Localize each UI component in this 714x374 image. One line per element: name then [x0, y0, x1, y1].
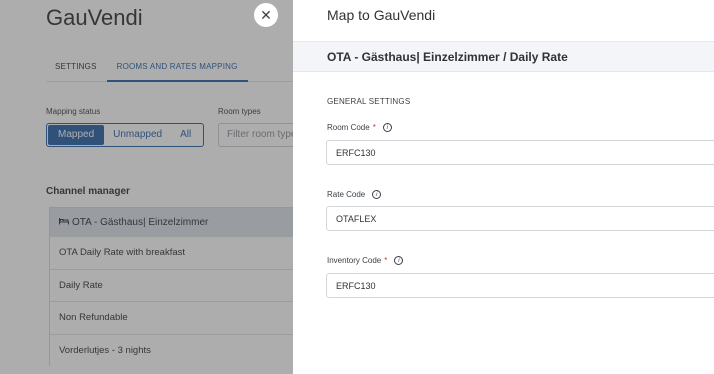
info-icon[interactable]: i: [394, 256, 404, 265]
general-settings-label: GENERAL SETTINGS: [327, 97, 411, 106]
drawer-subtitle: OTA - Gästhaus| Einzelzimmer / Daily Rat…: [293, 41, 714, 72]
info-icon[interactable]: i: [382, 123, 392, 132]
inventory-code-label-text: Inventory Code: [327, 256, 382, 265]
map-drawer: Map to GauVendi OTA - Gästhaus| Einzelzi…: [293, 0, 714, 374]
rate-code-label-text: Rate Code: [327, 190, 366, 199]
close-button[interactable]: ✕: [254, 3, 278, 27]
required-marker: *: [372, 123, 376, 132]
drawer-title: Map to GauVendi: [327, 7, 436, 23]
required-marker: *: [384, 256, 388, 265]
rate-code-input[interactable]: OTAFLEX: [326, 206, 714, 231]
inventory-code-label: Inventory Code * i: [327, 256, 404, 265]
close-icon: ✕: [260, 6, 272, 23]
info-icon[interactable]: i: [372, 190, 382, 199]
inventory-code-input[interactable]: ERFC130: [326, 273, 714, 298]
room-code-input[interactable]: ERFC130: [326, 140, 714, 165]
room-code-label-text: Room Code: [327, 123, 370, 132]
modal-overlay[interactable]: [0, 0, 293, 374]
room-code-label: Room Code * i: [327, 123, 392, 132]
rate-code-label: Rate Code i: [327, 190, 382, 199]
